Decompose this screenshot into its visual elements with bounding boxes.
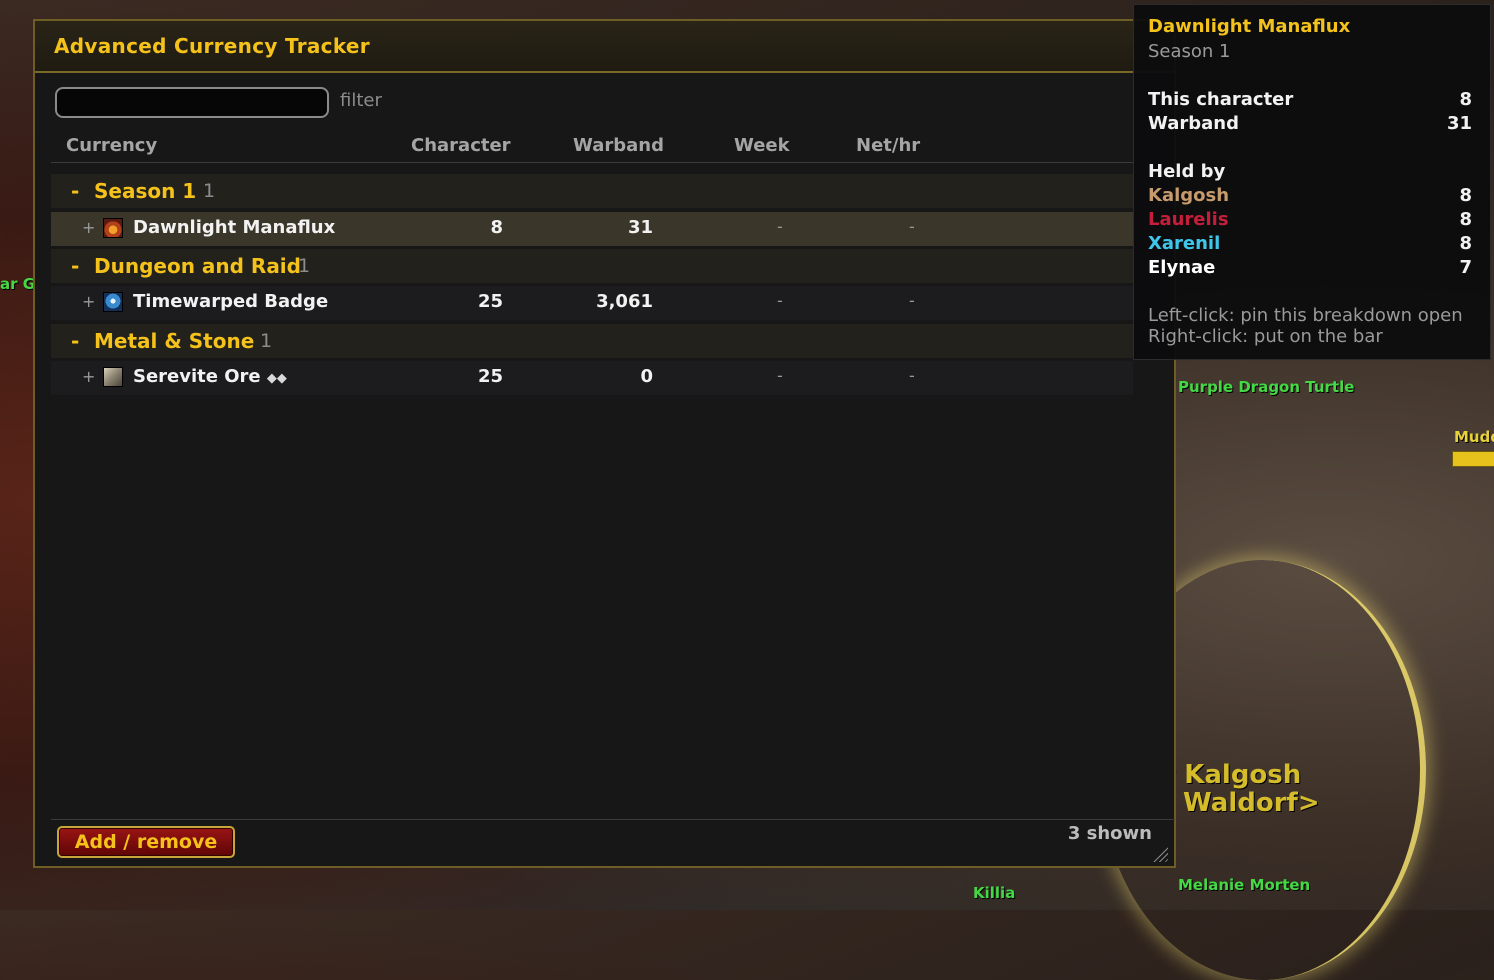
collapse-icon[interactable]: - [71, 254, 79, 278]
warband-label: Warband [1148, 113, 1239, 134]
category-count: 1 [260, 330, 273, 352]
net-per-hour: - [909, 291, 915, 310]
hint-right-click: Right-click: put on the bar [1148, 326, 1383, 347]
collapse-icon[interactable]: - [71, 329, 79, 353]
warband-amount: 31 [627, 217, 653, 238]
nameplate-turtle[interactable]: Purple Dragon Turtle [1178, 378, 1354, 396]
week-amount: - [777, 366, 783, 385]
resize-grip-icon[interactable] [1150, 844, 1168, 862]
header-divider [51, 162, 1133, 163]
warband-amount: 3,061 [596, 291, 653, 312]
add-remove-button[interactable]: Add / remove [57, 826, 235, 858]
category-name: Season 1 [94, 179, 197, 203]
holder-value: 8 [1459, 209, 1472, 230]
manaflux-icon [103, 218, 123, 238]
nameplate-killia[interactable]: Killia [973, 884, 1015, 902]
holder-value: 8 [1459, 185, 1472, 206]
warband-amount: 0 [640, 366, 653, 387]
column-header-warband[interactable]: Warband [573, 135, 664, 156]
tooltip-subtitle: Season 1 [1148, 41, 1231, 62]
category-row-dungeon-and-raid[interactable]: - Dungeon and Raid 1 [51, 249, 1133, 283]
currency-row-dawnlight-manaflux[interactable]: + Dawnlight Manaflux 8 31 - - [51, 212, 1133, 246]
holder-name: Kalgosh [1148, 185, 1230, 206]
expand-icon[interactable]: + [82, 292, 95, 311]
quality-diamond-icon: ◆◆ [266, 371, 287, 386]
ore-icon [103, 367, 123, 387]
filter-input[interactable] [55, 87, 329, 118]
category-count: 1 [298, 255, 311, 277]
currency-tracker-window: Advanced Currency Tracker filter Currenc… [33, 19, 1176, 868]
holder-name: Xarenil [1148, 233, 1221, 254]
holder-value: 7 [1459, 257, 1472, 278]
warband-value: 31 [1446, 113, 1472, 134]
currency-row-serevite-ore[interactable]: + Serevite Ore ◆◆ 25 0 - - [51, 361, 1133, 395]
category-row-season-1[interactable]: - Season 1 1 [51, 174, 1133, 208]
footer-divider [51, 819, 1175, 820]
category-row-metal-and-stone[interactable]: - Metal & Stone 1 [51, 324, 1133, 358]
this-character-value: 8 [1459, 89, 1472, 110]
net-per-hour: - [909, 217, 915, 236]
character-amount: 25 [477, 291, 503, 312]
column-header-net-per-hour[interactable]: Net/hr [856, 135, 920, 156]
currency-name: Dawnlight Manaflux [133, 217, 336, 238]
week-amount: - [777, 217, 783, 236]
expand-icon[interactable]: + [82, 218, 95, 237]
nameplate-health-bar [1452, 451, 1494, 467]
currency-name: Timewarped Badge [133, 291, 329, 312]
filter-label: filter [340, 90, 382, 111]
nameplate-mudd[interactable]: Mudd [1454, 428, 1494, 446]
tooltip-title: Dawnlight Manaflux [1148, 16, 1351, 37]
shown-count: 3 shown [1067, 823, 1152, 844]
week-amount: - [777, 291, 783, 310]
category-count: 1 [203, 180, 216, 202]
window-title: Advanced Currency Tracker [54, 34, 370, 58]
character-amount: 25 [477, 366, 503, 387]
net-per-hour: - [909, 366, 915, 385]
column-header-character[interactable]: Character [411, 135, 511, 156]
currency-name-text: Serevite Ore [133, 366, 261, 387]
holder-name: Elynae [1148, 257, 1216, 278]
expand-icon[interactable]: + [82, 367, 95, 386]
column-header-currency[interactable]: Currency [66, 135, 157, 156]
hint-left-click: Left-click: pin this breakdown open [1148, 305, 1463, 326]
badge-icon [103, 292, 123, 312]
holder-name: Laurelis [1148, 209, 1229, 230]
this-character-label: This character [1148, 89, 1294, 110]
currency-name: Serevite Ore ◆◆ [133, 366, 287, 387]
nameplate-melanie[interactable]: Melanie Morten [1178, 876, 1310, 894]
window-titlebar[interactable]: Advanced Currency Tracker [35, 21, 1174, 73]
category-name: Metal & Stone [94, 329, 255, 353]
held-by-label: Held by [1148, 161, 1226, 182]
column-header-week[interactable]: Week [734, 135, 790, 156]
currency-row-timewarped-badge[interactable]: + Timewarped Badge 25 3,061 - - [51, 286, 1133, 320]
collapse-icon[interactable]: - [71, 179, 79, 203]
holder-value: 8 [1459, 233, 1472, 254]
currency-tooltip: Dawnlight Manaflux Season 1 This charact… [1133, 4, 1491, 360]
character-amount: 8 [490, 217, 503, 238]
category-name: Dungeon and Raid [94, 254, 301, 278]
